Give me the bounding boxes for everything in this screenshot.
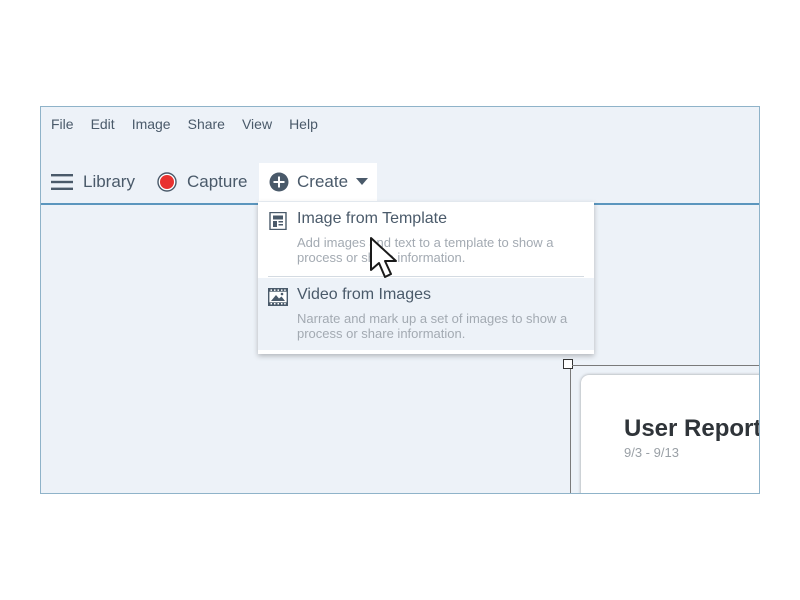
selection-border-left xyxy=(570,369,571,493)
plus-circle-icon xyxy=(269,172,289,192)
report-date-range: 9/3 - 9/13 xyxy=(624,445,679,460)
dropdown-item-image-from-template[interactable]: Image from Template Add images and text … xyxy=(258,202,594,274)
create-button[interactable]: Create xyxy=(259,163,377,201)
dropdown-item-title: Video from Images xyxy=(297,286,431,303)
toolbar: Library Capture Create xyxy=(41,163,759,205)
chevron-down-icon xyxy=(356,178,369,185)
dropdown-divider xyxy=(268,276,584,277)
library-button[interactable]: Library xyxy=(51,163,135,201)
library-label: Library xyxy=(83,172,135,191)
menu-bar: File Edit Image Share View Help xyxy=(41,107,759,141)
filmstrip-icon xyxy=(268,288,288,306)
selection-handle[interactable] xyxy=(563,359,573,369)
record-icon xyxy=(157,172,177,192)
menu-file[interactable]: File xyxy=(51,116,74,132)
dropdown-item-video-from-images[interactable]: Video from Images Narrate and mark up a … xyxy=(258,278,594,350)
create-label: Create xyxy=(297,172,349,191)
template-icon xyxy=(269,212,287,230)
hamburger-menu-icon xyxy=(51,174,73,190)
menu-image[interactable]: Image xyxy=(132,116,171,132)
selection-border-top xyxy=(572,365,759,366)
menu-share[interactable]: Share xyxy=(188,116,225,132)
dropdown-item-description: Narrate and mark up a set of images to s… xyxy=(297,311,568,341)
report-card[interactable]: User Report 9/3 - 9/13 xyxy=(581,375,760,493)
create-dropdown-menu: Image from Template Add images and text … xyxy=(258,202,594,354)
report-title: User Report xyxy=(624,415,760,442)
dropdown-item-title: Image from Template xyxy=(297,210,447,227)
mouse-cursor-icon xyxy=(370,237,397,278)
capture-button[interactable]: Capture xyxy=(157,163,247,201)
menu-edit[interactable]: Edit xyxy=(91,116,115,132)
menu-help[interactable]: Help xyxy=(289,116,318,132)
menu-view[interactable]: View xyxy=(242,116,272,132)
dropdown-item-description: Add images and text to a template to sho… xyxy=(297,235,554,265)
capture-label: Capture xyxy=(187,172,248,191)
